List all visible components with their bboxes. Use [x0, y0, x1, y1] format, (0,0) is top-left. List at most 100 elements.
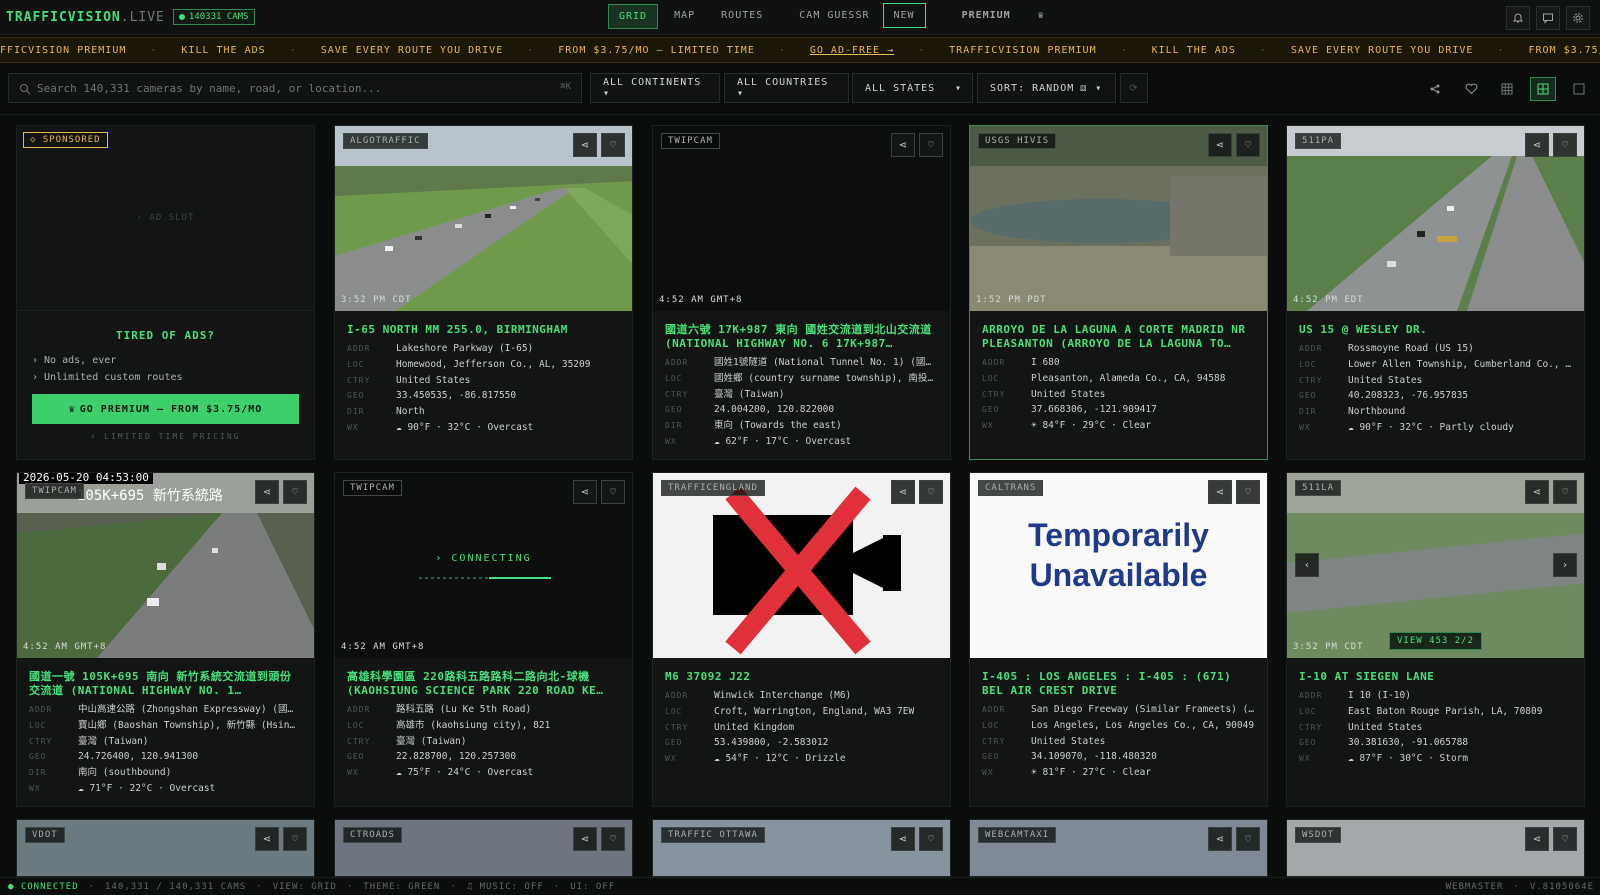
heart-icon[interactable]: ♡	[1553, 480, 1577, 504]
share-icon[interactable]: ⋖	[1208, 827, 1232, 851]
camera-thumbnail[interactable]: Temporarily Unavailable CALTRANS ⋖ ♡	[970, 473, 1267, 658]
camera-title[interactable]: I-10 AT SIEGEN LANE	[1299, 670, 1572, 684]
camera-card[interactable]: TWIPCAM ⋖ ♡ › CONNECTING 4:52 AM GMT+8 高…	[334, 472, 633, 807]
camera-card[interactable]: TRAFFICENGLAND ⋖ ♡ M6 37092 J22 ADDR Winw…	[652, 472, 951, 807]
camera-thumbnail[interactable]: TRAFFICENGLAND ⋖ ♡	[653, 473, 950, 658]
camera-card[interactable]: TWIPCAM ⋖ ♡ 4:52 AM GMT+8 國道六號 17K+987 東…	[652, 125, 951, 460]
camera-thumbnail[interactable]: TWIPCAM ⋖ ♡ › CONNECTING 4:52 AM GMT+8	[335, 473, 632, 658]
camera-card[interactable]: USGS HIVIS ⋖ ♡ 1:52 PM PDT ARROYO DE LA …	[969, 125, 1268, 460]
refresh-button[interactable]: ⟳	[1120, 73, 1148, 103]
next-view-button[interactable]: ›	[1553, 553, 1577, 577]
camera-thumbnail[interactable]: TWIPCAM ⋖ ♡ 4:52 AM GMT+8	[653, 126, 950, 311]
share-icon[interactable]: ⋖	[1525, 133, 1549, 157]
country-select[interactable]: ALL COUNTRIES ▾	[724, 73, 849, 103]
heart-icon[interactable]: ♡	[1236, 827, 1260, 851]
share-icon[interactable]	[1422, 77, 1448, 101]
camera-title[interactable]: I-65 NORTH MM 255.0, BIRMINGHAM	[347, 323, 620, 337]
source-tag: TWIPCAM	[661, 133, 720, 149]
ad-slot[interactable]: ◇ SPONSORED › AD SLOT	[17, 126, 314, 311]
share-icon[interactable]: ⋖	[573, 827, 597, 851]
webmaster-link[interactable]: WEBMASTER	[1446, 882, 1504, 892]
sort-select[interactable]: SORT: RANDOM ⚄ ▾	[977, 73, 1116, 103]
prev-view-button[interactable]: ‹	[1295, 553, 1319, 577]
heart-icon[interactable]: ♡	[1236, 133, 1260, 157]
chat-icon[interactable]	[1536, 6, 1560, 30]
theme-toggle[interactable]: THEME: GREEN	[363, 882, 440, 892]
camera-thumbnail[interactable]: CTROADS ⋖ ♡	[335, 820, 632, 876]
camera-card[interactable]: ALGOTRAFFIC ⋖ ♡ 3:52 PM CDT I-65 NORTH M…	[334, 125, 633, 460]
gear-icon[interactable]	[1566, 6, 1590, 30]
camera-title[interactable]: 國道六號 17K+987 東向 國姓交流道到北山交流道 (NATIONAL HI…	[665, 323, 938, 351]
camera-title[interactable]: M6 37092 J22	[665, 670, 938, 684]
camera-title[interactable]: US 15 @ WESLEY DR.	[1299, 323, 1572, 337]
nav-cam-guessr[interactable]: CAM GUESSR NEW	[779, 3, 935, 29]
camera-card[interactable]: TRAFFIC OTTAWA ⋖ ♡	[652, 819, 951, 877]
camera-card[interactable]: WEBCAMTAXI ⋖ ♡	[969, 819, 1268, 877]
continent-select[interactable]: ALL CONTINENTS ▾	[590, 73, 720, 103]
view-mode[interactable]: VIEW: GRID	[273, 882, 337, 892]
single-view-icon[interactable]	[1566, 77, 1592, 101]
camera-thumbnail[interactable]: 2026-05-20 04:53:00 105K+695 新竹系統路 TWIPC…	[17, 473, 314, 658]
share-icon[interactable]: ⋖	[255, 827, 279, 851]
camera-card[interactable]: WSDOT ⋖ ♡	[1286, 819, 1585, 877]
camera-thumbnail[interactable]: TRAFFIC OTTAWA ⋖ ♡	[653, 820, 950, 876]
camera-card[interactable]: Temporarily Unavailable CALTRANS ⋖ ♡ I-4…	[969, 472, 1268, 807]
go-premium-button[interactable]: ♛ GO PREMIUM — FROM $3.75/MO	[32, 394, 299, 424]
heart-icon[interactable]: ♡	[919, 480, 943, 504]
heart-icon[interactable]: ♡	[919, 133, 943, 157]
heart-icon[interactable]	[1458, 77, 1484, 101]
local-time: 4:52 AM GMT+8	[659, 295, 743, 305]
ui-toggle[interactable]: UI: OFF	[570, 882, 615, 892]
state-select[interactable]: ALL STATES ▾	[852, 73, 973, 103]
nav-premium[interactable]: PREMIUM ♛	[942, 4, 1065, 29]
camera-thumbnail[interactable]: WSDOT ⋖ ♡	[1287, 820, 1584, 876]
camera-title[interactable]: ARROYO DE LA LAGUNA A CORTE MADRID NR PL…	[982, 323, 1255, 351]
logo[interactable]: TRAFFICVISION.LIVE	[6, 10, 165, 25]
share-icon[interactable]: ⋖	[255, 480, 279, 504]
heart-icon[interactable]: ♡	[1553, 827, 1577, 851]
promo-ticker[interactable]: FFICVISION PREMIUM · KILL THE ADS · SAVE E…	[0, 37, 1600, 63]
share-icon[interactable]: ⋖	[1525, 827, 1549, 851]
bell-icon[interactable]	[1506, 6, 1530, 30]
search-input[interactable]: Search 140,331 cameras by name, road, or…	[8, 73, 582, 103]
heart-icon[interactable]: ♡	[601, 133, 625, 157]
heart-icon[interactable]: ♡	[1236, 480, 1260, 504]
camera-thumbnail[interactable]: WEBCAMTAXI ⋖ ♡	[970, 820, 1267, 876]
camera-thumbnail[interactable]: VDOT ⋖ ♡	[17, 820, 314, 876]
grid-medium-icon[interactable]	[1530, 77, 1556, 101]
share-icon[interactable]: ⋖	[891, 133, 915, 157]
music-toggle[interactable]: ♫ MUSIC: OFF	[467, 882, 544, 892]
camera-thumbnail[interactable]: 511LA ⋖ ♡ ‹ › VIEW 453 2/2 3:52 PM CDT	[1287, 473, 1584, 658]
heart-icon[interactable]: ♡	[1553, 133, 1577, 157]
camera-card[interactable]: VDOT ⋖ ♡	[16, 819, 315, 877]
heart-icon[interactable]: ♡	[919, 827, 943, 851]
camera-thumbnail[interactable]: 511PA ⋖ ♡ 4:52 PM EDT	[1287, 126, 1584, 311]
camera-title[interactable]: I-405 : LOS ANGELES : I-405 : (671) BEL …	[982, 670, 1255, 698]
camera-card[interactable]: 2026-05-20 04:53:00 105K+695 新竹系統路 TWIPC…	[16, 472, 315, 807]
heart-icon[interactable]: ♡	[283, 480, 307, 504]
share-icon[interactable]: ⋖	[891, 827, 915, 851]
heart-icon[interactable]: ♡	[601, 827, 625, 851]
nav-routes[interactable]: ROUTES	[711, 4, 773, 29]
camera-card[interactable]: 511PA ⋖ ♡ 4:52 PM EDT US 15 @ WESLEY DR.…	[1286, 125, 1585, 460]
share-icon[interactable]: ⋖	[1208, 480, 1232, 504]
share-icon[interactable]: ⋖	[573, 133, 597, 157]
nav-map[interactable]: MAP	[664, 4, 705, 29]
nav-grid[interactable]: GRID	[608, 4, 659, 29]
share-icon[interactable]: ⋖	[573, 480, 597, 504]
share-icon[interactable]: ⋖	[1525, 480, 1549, 504]
camera-card[interactable]: 511LA ⋖ ♡ ‹ › VIEW 453 2/2 3:52 PM CDT I…	[1286, 472, 1585, 807]
share-icon[interactable]: ⋖	[891, 480, 915, 504]
heart-icon[interactable]: ♡	[601, 480, 625, 504]
camera-title[interactable]: 高雄科學園區 220路科五路路科二路向北-球機 (KAOHSIUNG SCIEN…	[347, 670, 620, 698]
heart-icon[interactable]: ♡	[283, 827, 307, 851]
camera-card[interactable]: CTROADS ⋖ ♡	[334, 819, 633, 877]
sponsored-card: ◇ SPONSORED › AD SLOT TIRED OF ADS? › No…	[16, 125, 315, 460]
camera-title[interactable]: 國道一號 105K+695 南向 新竹系統交流道到頭份交流道 (NATIONAL…	[29, 670, 302, 698]
camera-thumbnail[interactable]: USGS HIVIS ⋖ ♡ 1:52 PM PDT	[970, 126, 1267, 311]
crown-icon: ♛	[1037, 10, 1045, 21]
go-ad-free-link[interactable]: GO AD-FREE →	[810, 45, 894, 56]
share-icon[interactable]: ⋖	[1208, 133, 1232, 157]
grid-large-icon[interactable]	[1494, 77, 1520, 101]
camera-thumbnail[interactable]: ALGOTRAFFIC ⋖ ♡ 3:52 PM CDT	[335, 126, 632, 311]
